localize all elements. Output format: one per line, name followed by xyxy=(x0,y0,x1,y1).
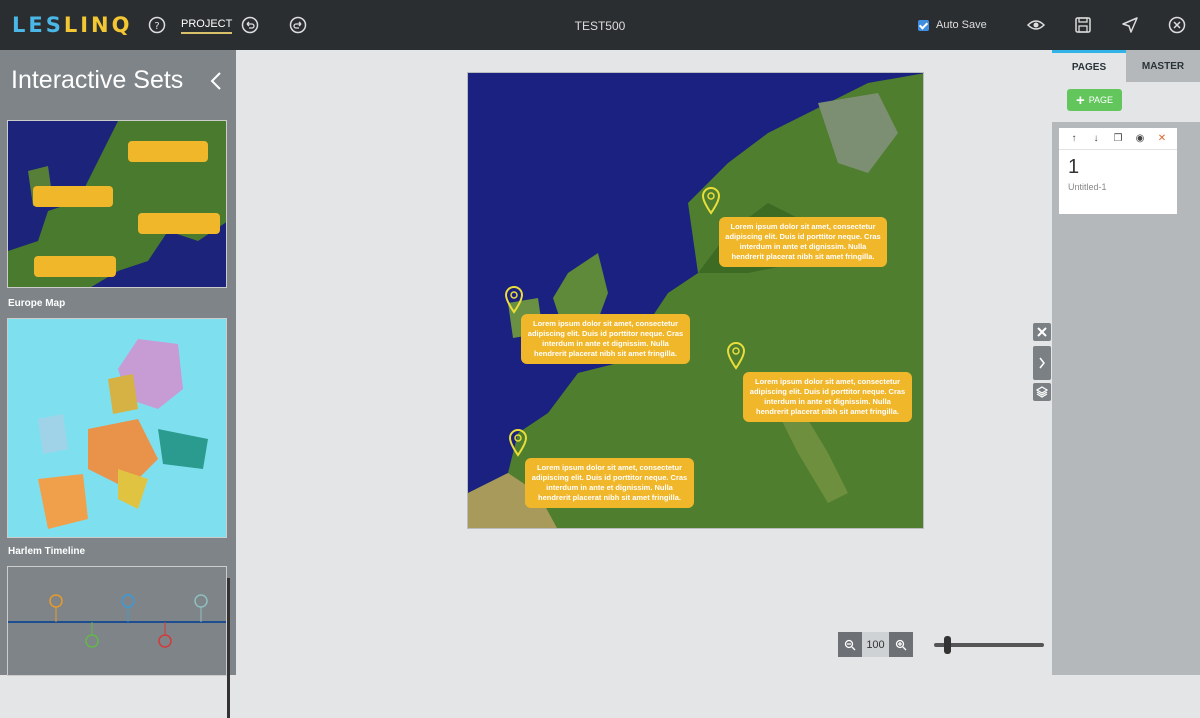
tab-master[interactable]: MASTER xyxy=(1126,50,1200,82)
undo-icon[interactable] xyxy=(240,15,260,35)
zoom-out-icon xyxy=(844,639,856,650)
autosave-toggle[interactable]: Auto Save xyxy=(918,19,987,31)
add-page-label: PAGE xyxy=(1088,95,1114,105)
set-label-harlem-timeline[interactable]: Harlem Timeline xyxy=(8,546,85,557)
top-bar: LESLINQ ? PROJECT TEST500 Auto Save xyxy=(0,0,1200,50)
collapse-chevron-icon[interactable] xyxy=(210,72,222,90)
layers-button[interactable] xyxy=(1033,383,1051,401)
map-callout[interactable]: Lorem ipsum dolor sit amet, consectetur … xyxy=(525,458,694,508)
set-thumbnail-harlem-timeline[interactable] xyxy=(7,318,227,538)
page-card-actions: ↑ ↓ ❐ ◉ ✕ xyxy=(1059,128,1177,150)
zoom-value: 100 xyxy=(866,638,885,651)
svg-text:?: ? xyxy=(154,21,159,32)
delete-icon[interactable]: ✕ xyxy=(1155,133,1169,144)
zoom-out-button[interactable] xyxy=(838,632,862,657)
europe-satellite-map[interactable]: Lorem ipsum dolor sit amet, consectetur … xyxy=(467,72,924,529)
set-label-europe-map[interactable]: Europe Map xyxy=(8,298,65,309)
close-icon[interactable] xyxy=(1167,15,1187,35)
sidebar-scrollbar[interactable] xyxy=(227,578,230,718)
publish-send-icon[interactable] xyxy=(1120,15,1140,35)
help-icon[interactable]: ? xyxy=(147,15,167,35)
project-menu[interactable]: PROJECT xyxy=(181,18,233,34)
chevron-right-icon xyxy=(1039,357,1045,369)
move-down-icon[interactable]: ↓ xyxy=(1089,133,1103,144)
map-callout[interactable]: Lorem ipsum dolor sit amet, consectetur … xyxy=(743,372,912,422)
add-page-button[interactable]: + PAGE xyxy=(1067,89,1122,111)
zoom-in-icon xyxy=(895,639,907,650)
colored-europe-map-thumbnail-image xyxy=(8,319,226,537)
map-callout[interactable]: Lorem ipsum dolor sit amet, consectetur … xyxy=(521,314,690,364)
map-pin-icon[interactable] xyxy=(507,428,529,458)
layers-icon xyxy=(1036,386,1048,398)
leslinq-logo[interactable]: LESLINQ xyxy=(12,13,132,37)
preview-eye-icon[interactable] xyxy=(1026,15,1046,35)
zoom-slider-handle[interactable] xyxy=(944,636,951,654)
plus-icon: + xyxy=(1075,91,1085,109)
autosave-checkbox[interactable] xyxy=(918,19,929,31)
panel-header: Interactive Sets xyxy=(0,50,236,114)
map-callout[interactable]: Lorem ipsum dolor sit amet, consectetur … xyxy=(719,217,887,267)
tools-button[interactable] xyxy=(1033,323,1051,341)
expand-panel-button[interactable] xyxy=(1033,346,1051,380)
zoom-in-button[interactable] xyxy=(889,632,913,657)
set-thumbnail-europe-map[interactable] xyxy=(7,120,227,288)
map-pin-icon[interactable] xyxy=(700,186,722,216)
save-icon[interactable] xyxy=(1073,15,1093,35)
document-title: TEST500 xyxy=(574,19,626,33)
timeline-thumbnail-image xyxy=(8,594,226,648)
redo-icon[interactable] xyxy=(288,15,308,35)
autosave-label: Auto Save xyxy=(936,19,987,31)
interactive-sets-panel: Interactive Sets Europe Map Harlem Timel… xyxy=(0,50,236,718)
panel-title: Interactive Sets xyxy=(11,66,184,94)
set-thumbnail-timeline[interactable] xyxy=(7,566,227,676)
page-card[interactable]: ↑ ↓ ❐ ◉ ✕ 1 Untitled-1 xyxy=(1059,128,1177,214)
europe-map-thumbnail-image xyxy=(8,121,226,287)
map-pin-icon[interactable] xyxy=(503,285,525,315)
page-number: 1 xyxy=(1068,156,1080,178)
zoom-control: 100 xyxy=(838,632,913,657)
map-pin-icon[interactable] xyxy=(725,341,747,371)
duplicate-icon[interactable]: ❐ xyxy=(1111,133,1125,144)
move-up-icon[interactable]: ↑ xyxy=(1067,133,1081,144)
wrench-icon xyxy=(1037,327,1047,337)
page-name: Untitled-1 xyxy=(1068,182,1107,192)
visibility-eye-icon[interactable]: ◉ xyxy=(1133,133,1147,144)
tab-pages[interactable]: PAGES xyxy=(1052,50,1126,82)
pages-panel: PAGES MASTER + PAGE ↑ ↓ ❐ ◉ ✕ 1 Untitled-… xyxy=(1052,50,1200,675)
